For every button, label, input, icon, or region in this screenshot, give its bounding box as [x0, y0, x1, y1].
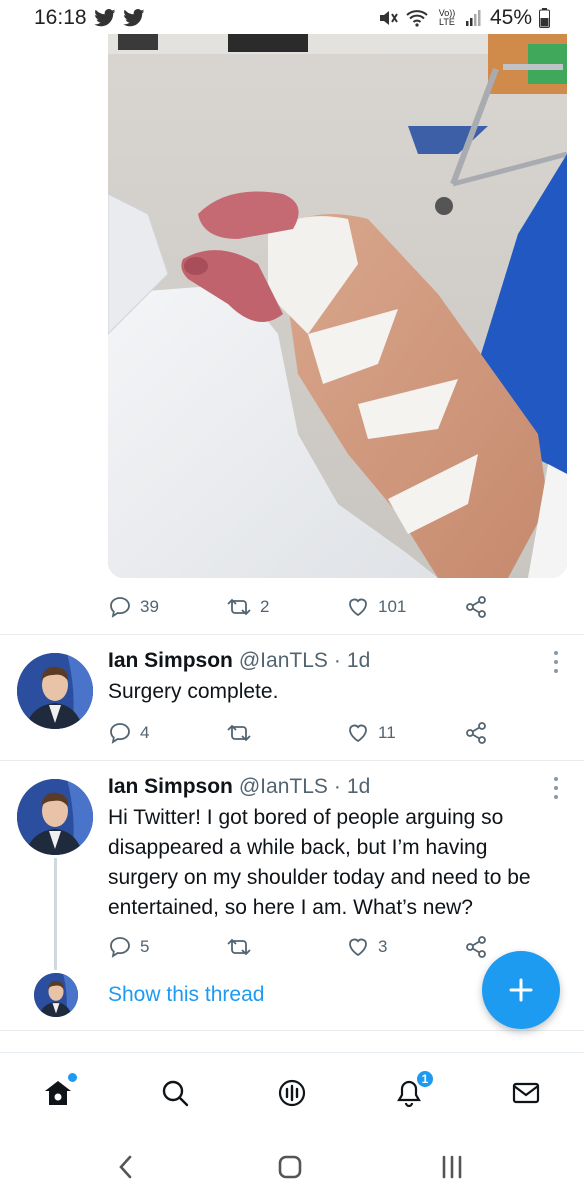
like-button[interactable]: 11 [346, 718, 396, 748]
mute-icon [378, 9, 398, 27]
more-options-button[interactable] [550, 777, 562, 799]
divider [0, 634, 584, 635]
reply-button[interactable]: 5 [108, 932, 149, 962]
reply-icon [110, 937, 130, 958]
plus-icon [509, 978, 533, 1002]
share-icon [466, 936, 486, 958]
reply-icon [110, 597, 130, 618]
author-name[interactable]: Ian Simpson [108, 649, 233, 673]
reply-button[interactable]: 39 [108, 592, 159, 622]
system-home-button[interactable] [270, 1150, 310, 1184]
status-bar: 16:18 Vo)) LTE 45% [0, 0, 584, 36]
system-navigation [0, 1132, 584, 1200]
divider [0, 760, 584, 761]
reply-count: 39 [140, 597, 159, 616]
author-handle[interactable]: @IanTLS [239, 775, 328, 799]
nav-spaces[interactable] [272, 1073, 312, 1113]
reply-button[interactable]: 4 [108, 718, 149, 748]
twitter-icon [122, 9, 145, 27]
recents-icon [442, 1155, 462, 1179]
nav-notifications[interactable]: 1 [389, 1069, 435, 1113]
tweet-text: Hi Twitter! I got bored of people arguin… [108, 806, 531, 919]
network-type-label: Vo)) LTE [438, 8, 456, 27]
separator: · [333, 775, 341, 798]
messages-icon [512, 1082, 540, 1104]
status-right: Vo)) LTE 45% [378, 6, 550, 30]
compose-tweet-button[interactable] [482, 951, 560, 1029]
home-icon [45, 1081, 71, 1105]
system-back-button[interactable] [106, 1150, 146, 1184]
more-icon [554, 651, 558, 655]
retweet-icon [227, 938, 251, 956]
spaces-icon [278, 1079, 306, 1107]
avatar[interactable] [17, 779, 93, 855]
retweet-icon [227, 724, 251, 742]
system-recents-button[interactable] [432, 1150, 472, 1184]
retweet-count: 2 [260, 597, 270, 616]
more-icon [554, 786, 558, 790]
nav-home[interactable] [38, 1073, 78, 1113]
status-time: 16:18 [34, 6, 87, 29]
heart-icon [349, 598, 367, 617]
avatar[interactable] [17, 653, 93, 729]
share-icon [466, 722, 486, 744]
like-button[interactable]: 3 [346, 932, 387, 962]
like-button[interactable]: 101 [346, 592, 406, 622]
bottom-navigation: 1 [0, 1052, 584, 1132]
tweet-media-image[interactable] [108, 34, 567, 578]
search-icon [162, 1080, 189, 1107]
notification-badge: 1 [415, 1069, 435, 1089]
battery-icon [539, 8, 550, 28]
more-options-button[interactable] [550, 651, 562, 673]
home-new-dot [68, 1073, 77, 1082]
top-tweet-actions: 39 2 101 [108, 592, 508, 622]
like-count: 101 [378, 597, 407, 616]
heart-icon [349, 724, 367, 743]
author-name[interactable]: Ian Simpson [108, 775, 233, 799]
tweet-time[interactable]: 1d [347, 649, 370, 673]
twitter-icon [93, 9, 116, 27]
tweet-text: Surgery complete. [108, 680, 279, 703]
reply-count: 4 [140, 723, 150, 742]
home-square-icon [278, 1155, 302, 1179]
status-left: 16:18 [34, 6, 145, 30]
show-thread-link[interactable]: Show this thread [108, 983, 264, 1007]
more-icon [554, 660, 558, 664]
wifi-icon [405, 9, 429, 27]
reply-icon [110, 723, 130, 744]
signal-icon [465, 9, 483, 27]
avatar-small[interactable] [34, 973, 78, 1017]
divider [0, 1030, 584, 1031]
share-icon [466, 596, 486, 618]
retweet-button[interactable] [226, 718, 260, 748]
heart-icon [349, 938, 367, 957]
battery-percent: 45% [489, 6, 532, 29]
retweet-button[interactable] [226, 932, 260, 962]
more-icon [554, 795, 558, 799]
tweet-actions: 4 11 [108, 718, 508, 748]
more-icon [554, 777, 558, 781]
tweet-actions: 5 3 [108, 932, 508, 962]
back-icon [119, 1155, 132, 1179]
like-count: 11 [378, 723, 396, 742]
share-button[interactable] [464, 592, 488, 622]
share-button[interactable] [464, 932, 488, 962]
tweet-time[interactable]: 1d [347, 775, 370, 799]
tweet-header: Ian Simpson @IanTLS · 1d [108, 775, 370, 799]
retweet-icon [227, 598, 251, 616]
reply-count: 5 [140, 937, 150, 956]
tweet-header: Ian Simpson @IanTLS · 1d [108, 649, 370, 673]
author-handle[interactable]: @IanTLS [239, 649, 328, 673]
like-count: 3 [378, 937, 388, 956]
thread-connector-line [54, 858, 57, 970]
nav-messages[interactable] [506, 1073, 546, 1113]
separator: · [333, 649, 341, 672]
retweet-button[interactable]: 2 [226, 592, 269, 622]
more-icon [554, 669, 558, 673]
nav-search[interactable] [155, 1073, 195, 1113]
share-button[interactable] [464, 718, 488, 748]
